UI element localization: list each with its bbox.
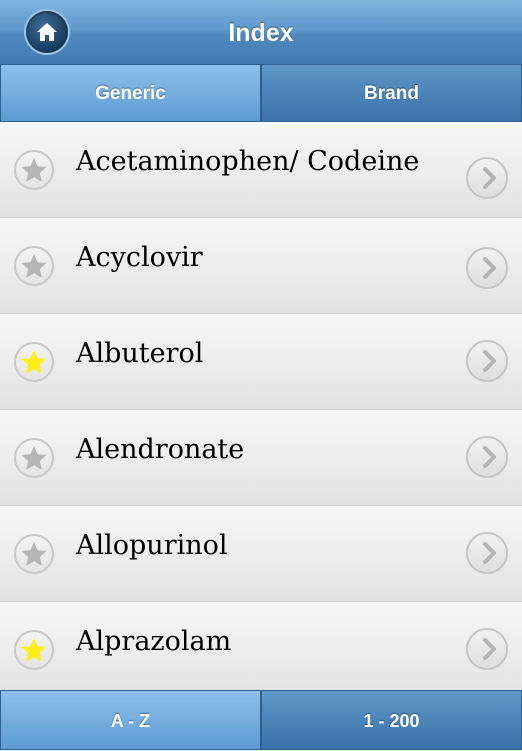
list-item[interactable]: Alprazolam (0, 602, 522, 698)
list-item-label: Acyclovir (76, 242, 203, 273)
chevron-right-icon (483, 257, 496, 279)
star-icon (21, 254, 47, 278)
list-item[interactable]: Alendronate (0, 410, 522, 506)
list-item-label: Allopurinol (76, 530, 228, 561)
bottom-segmented-control: A - Z 1 - 200 (0, 690, 522, 750)
drug-list: Acetaminophen/ Codeine Acyclovir Albuter… (0, 122, 522, 698)
chevron-right-icon (483, 542, 496, 564)
tab-1-200[interactable]: 1 - 200 (261, 690, 522, 750)
tab-generic[interactable]: Generic (0, 64, 261, 122)
list-item[interactable]: Acetaminophen/ Codeine (0, 122, 522, 218)
disclosure-button[interactable] (466, 157, 508, 199)
chevron-right-icon (483, 446, 496, 468)
star-icon (21, 158, 47, 182)
disclosure-button[interactable] (466, 247, 508, 289)
favorite-star-button[interactable] (14, 630, 54, 670)
disclosure-button[interactable] (466, 628, 508, 670)
tab-a-z[interactable]: A - Z (0, 690, 261, 750)
favorite-star-button[interactable] (14, 438, 54, 478)
favorite-star-button[interactable] (14, 342, 54, 382)
favorite-star-button[interactable] (14, 534, 54, 574)
chevron-right-icon (483, 350, 496, 372)
list-item[interactable]: Acyclovir (0, 218, 522, 314)
disclosure-button[interactable] (466, 532, 508, 574)
tab-bar: Generic Brand (0, 64, 522, 122)
list-item-label: Albuterol (76, 338, 204, 369)
list-item[interactable]: Allopurinol (0, 506, 522, 602)
star-icon (21, 542, 47, 566)
tab-brand[interactable]: Brand (261, 64, 522, 122)
favorite-star-button[interactable] (14, 246, 54, 286)
chevron-right-icon (483, 167, 496, 189)
disclosure-button[interactable] (466, 436, 508, 478)
star-icon (21, 350, 47, 374)
star-icon (21, 446, 47, 470)
chevron-right-icon (483, 638, 496, 660)
list-item[interactable]: Albuterol (0, 314, 522, 410)
list-item-label: Acetaminophen/ Codeine (76, 146, 420, 177)
list-item-label: Alendronate (76, 434, 245, 465)
navigation-bar: Index (0, 0, 522, 65)
disclosure-button[interactable] (466, 340, 508, 382)
page-title: Index (228, 19, 294, 47)
list-item-label: Alprazolam (76, 626, 232, 657)
favorite-star-button[interactable] (14, 150, 54, 190)
star-icon (21, 638, 47, 662)
